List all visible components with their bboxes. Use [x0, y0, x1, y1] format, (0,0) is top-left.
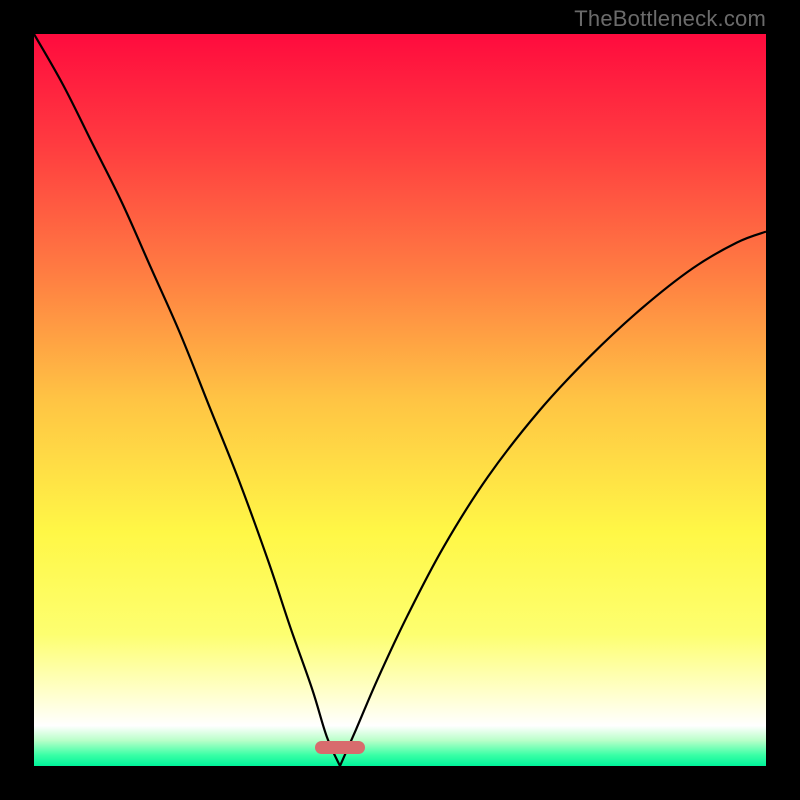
chart-frame: TheBottleneck.com	[0, 0, 800, 800]
watermark: TheBottleneck.com	[574, 6, 766, 32]
minimum-marker	[315, 741, 365, 754]
plot-area	[34, 34, 766, 766]
bottleneck-curve	[34, 34, 766, 766]
